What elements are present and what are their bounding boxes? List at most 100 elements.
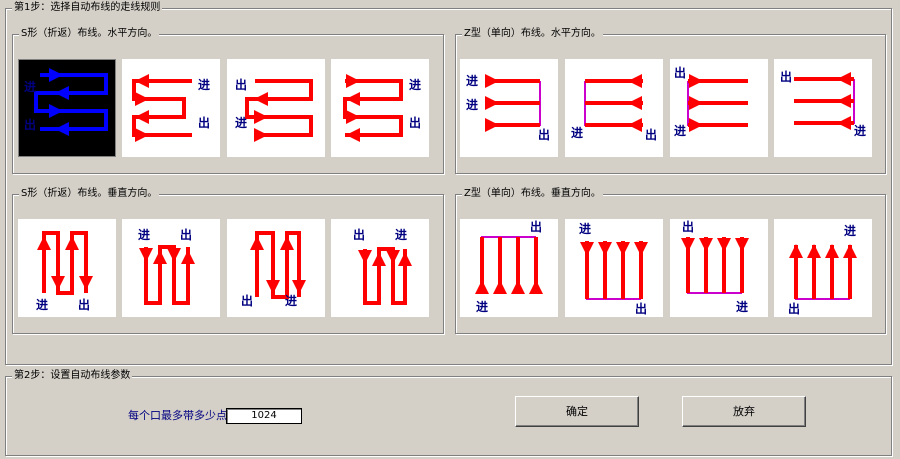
direction-arrow-icon (681, 238, 695, 252)
entry-label: 进 (674, 123, 686, 138)
direction-arrow-icon (280, 236, 294, 250)
entry-label: 进 (466, 73, 478, 88)
direction-arrow-icon (598, 242, 612, 256)
entry-label: 进 (235, 115, 247, 130)
direction-arrow-icon (634, 242, 648, 256)
route-path (245, 79, 313, 137)
entry-label: 进 (466, 97, 478, 112)
exit-label: 出 (530, 219, 542, 234)
cancel-button[interactable]: 放弃 (682, 396, 806, 427)
group-title: S形（折返）布线。垂直方向。 (19, 188, 160, 200)
direction-arrow-icon (181, 250, 195, 264)
direction-arrow-icon (37, 236, 51, 250)
route-path (343, 79, 403, 137)
entry-label: 进 (24, 79, 36, 94)
direction-arrow-icon (511, 280, 525, 294)
pattern-option-z-horizontal-3[interactable]: 出进 (670, 59, 768, 157)
direction-arrow-icon (292, 280, 306, 294)
direction-arrow-icon (254, 110, 268, 124)
direction-arrow-icon (135, 128, 149, 142)
direction-arrow-icon (346, 110, 360, 124)
direction-arrow-icon (493, 280, 507, 294)
direction-arrow-icon (254, 128, 268, 142)
entry-label: 进 (854, 123, 866, 138)
pattern-option-s-vertical-3[interactable]: 出进 (227, 219, 325, 317)
route-path (481, 236, 536, 293)
route-path (687, 237, 742, 294)
direction-arrow-icon (135, 92, 149, 106)
direction-arrow-icon (485, 118, 499, 132)
direction-arrow-icon (346, 92, 360, 106)
exit-label: 出 (235, 77, 247, 92)
direction-arrow-icon (485, 74, 499, 88)
direction-arrow-icon (843, 244, 857, 258)
pattern-option-z-horizontal-2[interactable]: 进出 (565, 59, 663, 157)
exit-label: 出 (198, 115, 210, 130)
exit-label: 出 (682, 219, 694, 234)
direction-arrow-icon (529, 280, 543, 294)
pattern-option-z-vertical-3[interactable]: 出进 (670, 219, 768, 317)
pattern-option-s-vertical-1[interactable]: 进出 (18, 219, 116, 317)
direction-arrow-icon (689, 74, 703, 88)
direction-arrow-icon (628, 74, 642, 88)
direction-arrow-icon (65, 236, 79, 250)
points-per-port-label: 每个口最多带多少点： (128, 409, 238, 422)
pattern-option-z-horizontal-4[interactable]: 出进 (774, 59, 872, 157)
direction-arrow-icon (266, 280, 280, 294)
ok-button[interactable]: 确定 (515, 396, 639, 427)
exit-label: 出 (24, 117, 36, 132)
exit-label: 出 (635, 301, 647, 316)
entry-label: 进 (409, 77, 421, 92)
entry-label: 进 (395, 227, 407, 242)
route-path (363, 247, 407, 305)
pattern-option-z-vertical-4[interactable]: 出进 (774, 219, 872, 317)
direction-arrow-icon (398, 252, 412, 266)
points-per-port-input[interactable] (226, 408, 302, 424)
entry-label: 进 (579, 221, 591, 236)
entry-label: 进 (476, 299, 488, 314)
route-path (255, 231, 301, 299)
pattern-option-s-horizontal-3[interactable]: 出进 (227, 59, 325, 157)
direction-arrow-icon (153, 250, 167, 264)
direction-arrow-icon (837, 72, 851, 86)
direction-arrow-icon (346, 128, 360, 142)
direction-arrow-icon (254, 92, 268, 106)
exit-label: 出 (409, 115, 421, 130)
entry-label: 进 (138, 227, 150, 242)
direction-arrow-icon (250, 236, 264, 250)
pattern-option-z-vertical-1[interactable]: 进出 (460, 219, 558, 317)
pattern-option-s-horizontal-1[interactable]: 进出 (18, 59, 116, 157)
pattern-option-s-horizontal-2[interactable]: 进出 (122, 59, 220, 157)
direction-arrow-icon (79, 276, 93, 290)
exit-label: 出 (241, 293, 253, 308)
entry-label: 进 (736, 299, 748, 314)
direction-arrow-icon (485, 96, 499, 110)
exit-label: 出 (180, 227, 192, 242)
pattern-option-s-vertical-2[interactable]: 进出 (122, 219, 220, 317)
route-path (34, 73, 108, 131)
pattern-option-s-horizontal-4[interactable]: 进出 (331, 59, 429, 157)
direction-arrow-icon (580, 242, 594, 256)
direction-arrow-icon (628, 118, 642, 132)
direction-arrow-icon (475, 280, 489, 294)
entry-label: 进 (198, 77, 210, 92)
entry-label: 进 (571, 125, 583, 140)
pattern-option-z-horizontal-1[interactable]: 进进出 (460, 59, 558, 157)
pattern-option-s-vertical-4[interactable]: 出进 (331, 219, 429, 317)
exit-label: 出 (788, 301, 800, 316)
direction-arrow-icon (372, 252, 386, 266)
direction-arrow-icon (717, 238, 731, 252)
direction-arrow-icon (628, 96, 642, 110)
entry-label: 进 (36, 297, 48, 312)
route-path (586, 241, 641, 300)
direction-arrow-icon (789, 244, 803, 258)
direction-arrow-icon (51, 276, 65, 290)
entry-label: 进 (844, 223, 856, 238)
direction-arrow-icon (837, 116, 851, 130)
group-title: Z型（单向）布线。垂直方向。 (462, 188, 603, 200)
exit-label: 出 (645, 127, 657, 142)
direction-arrow-icon (616, 242, 630, 256)
exit-label: 出 (780, 69, 792, 84)
pattern-option-z-vertical-2[interactable]: 进出 (565, 219, 663, 317)
direction-arrow-icon (807, 244, 821, 258)
